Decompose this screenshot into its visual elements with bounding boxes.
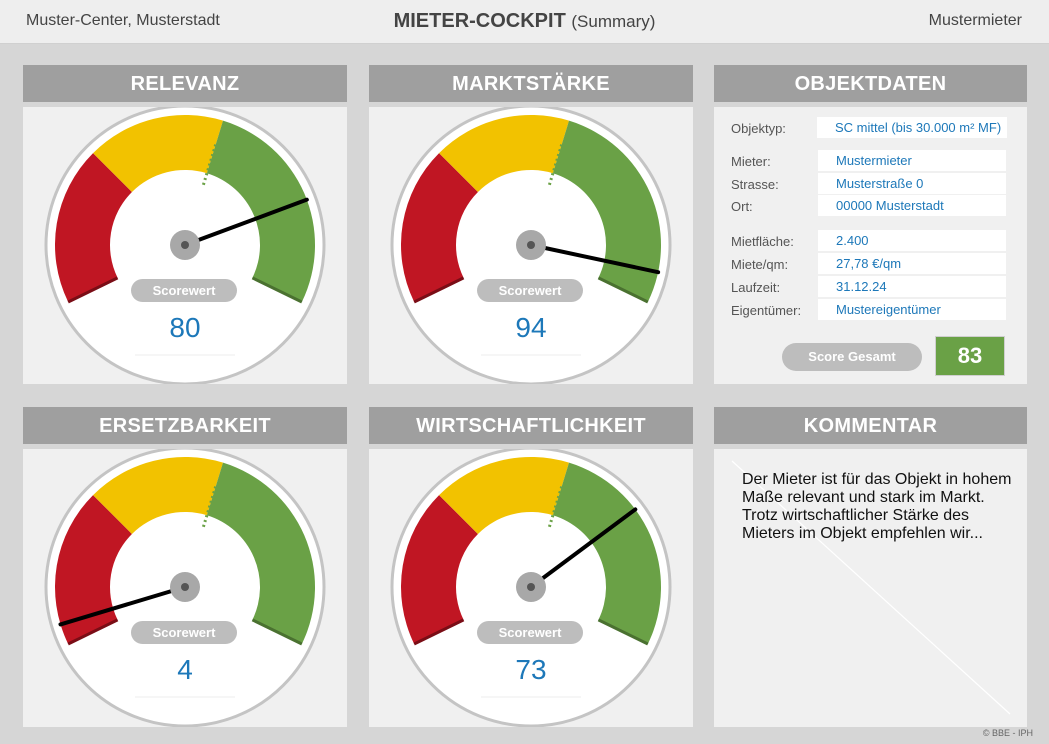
scorewert-label: Scorewert [477,621,583,644]
tenant-name: Mustermieter [928,12,1022,29]
gauge-title: RELEVANZ [23,65,347,102]
mieter-value: Mustermieter [818,150,1006,171]
kommentar-title: KOMMENTAR [714,407,1027,444]
laufzeit-value: 31.12.24 [818,276,1006,297]
score-value: 4 [177,654,193,685]
gauge-hub-dot [527,583,535,591]
gauge-title: WIRTSCHAFTLICHKEIT [369,407,693,444]
score-gesamt-label: Score Gesamt [782,343,922,371]
mieter-label: Mieter: [731,154,771,169]
score-value: 94 [515,312,547,343]
gauge-body: Scorewert 73 [369,449,693,727]
miete-value: 27,78 €/qm [818,253,1006,274]
gauge-hub-dot [181,583,189,591]
scorewert-label: Scorewert [477,279,583,302]
strasse-value: Musterstraße 0 [818,173,1006,194]
eigentuemer-label: Eigentümer: [731,303,802,318]
gauge-panel-marktstaerke: MARKTSTÄRKE Scorewert 94 [369,65,693,384]
objektdaten-body: Objektyp: SC mittel (bis 30.000 m² MF) M… [714,107,1027,384]
page-title-main: MIETER-COCKPIT [393,10,566,32]
gauge-body: Scorewert 80 [23,107,347,384]
objekttyp-label: Objektyp: [731,121,786,136]
gauge-body: Scorewert 94 [369,107,693,384]
laufzeit-label: Laufzeit: [731,280,781,295]
miete-label: Miete/qm: [731,257,789,272]
top-bar: Muster-Center, Musterstadt MIETER-COCKPI… [0,0,1049,44]
objektdaten-title: OBJEKTDATEN [714,65,1027,102]
page-title-subtitle: (Summary) [571,12,656,31]
kommentar-panel: KOMMENTAR Der Mieter ist für das Objekt … [714,407,1027,727]
gauge-title: ERSETZBARKEIT [23,407,347,444]
mietflaeche-value: 2.400 [818,230,1006,251]
ort-label: Ort: [731,199,753,214]
kommentar-text[interactable]: Der Mieter ist für das Objekt in hohem M… [742,471,1012,543]
strasse-label: Strasse: [731,177,779,192]
scorewert-label: Scorewert [131,279,237,302]
gauge-hub-dot [527,241,535,249]
page-title: MIETER-COCKPIT (Summary) [0,10,1049,33]
score-gesamt-value: 83 [935,336,1005,376]
score-value: 73 [515,654,547,685]
eigentuemer-value: Mustereigentümer [818,299,1006,320]
gauge-panel-relevanz: RELEVANZ Scorewert 80 [23,65,347,384]
score-value: 80 [169,312,201,343]
scorewert-label: Scorewert [131,621,237,644]
gauge-title: MARKTSTÄRKE [369,65,693,102]
gauge-panel-wirtschaftlichkeit: WIRTSCHAFTLICHKEIT Scorewert 73 [369,407,693,727]
copyright: © BBE - IPH [982,728,1033,738]
kommentar-body[interactable]: Der Mieter ist für das Objekt in hohem M… [714,449,1027,727]
ort-value: 00000 Musterstadt [818,195,1006,216]
mietflaeche-label: Mietfläche: [731,234,794,249]
gauge-panel-ersetzbarkeit: ERSETZBARKEIT Scorewert 4 [23,407,347,727]
gauge-body: Scorewert 4 [23,449,347,727]
objektdaten-panel: OBJEKTDATEN Objektyp: SC mittel (bis 30.… [714,65,1027,384]
gauge-hub-dot [181,241,189,249]
objekttyp-value: SC mittel (bis 30.000 m² MF) [817,117,1007,138]
